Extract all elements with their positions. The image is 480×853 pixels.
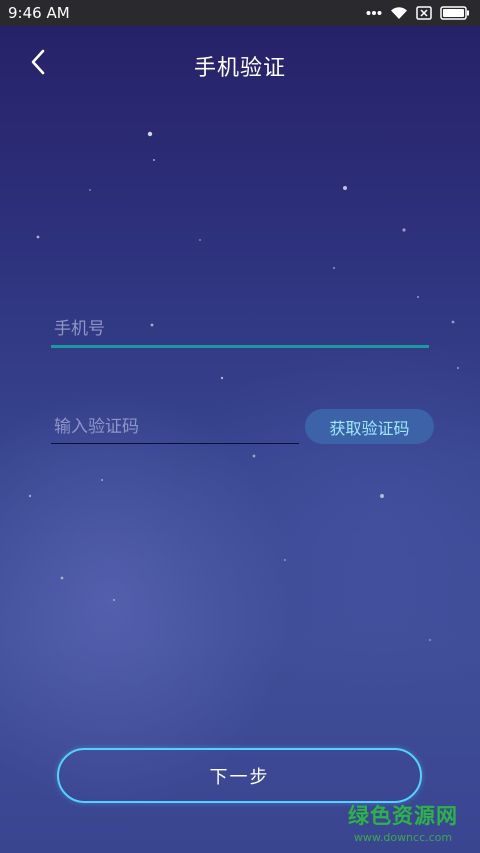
star [147,131,153,137]
star [153,159,155,161]
phone-number-field[interactable] [51,312,429,348]
star [402,228,406,232]
star [199,239,201,241]
next-button-label: 下一步 [209,766,270,788]
star [60,576,64,580]
star [252,454,256,458]
status-icons [366,6,470,20]
next-button[interactable]: 下一步 [57,748,422,803]
watermark-title: 绿色资源网 [348,804,458,828]
watermark-url: www.downcc.com [353,831,453,844]
star [220,376,224,380]
star [101,479,103,481]
status-time: 9:46 AM [8,4,70,22]
sim-error-icon [416,6,432,20]
watermark: 绿色资源网 www.downcc.com [348,800,458,844]
star [380,494,384,498]
star [457,367,459,369]
star [36,235,40,239]
page-title: 手机验证 [193,56,286,81]
phone-number-input[interactable] [51,312,429,345]
more-dots-icon [366,10,382,16]
star [333,267,335,269]
star [451,320,455,324]
star [113,599,115,601]
verification-code-input[interactable] [51,411,299,443]
star [417,296,419,298]
star [28,494,32,498]
wifi-icon [390,6,408,20]
star [343,186,347,190]
status-bar: 9:46 AM [0,0,480,26]
star [89,189,91,191]
verification-code-field[interactable] [51,411,299,444]
star [284,559,286,561]
get-code-label: 获取验证码 [329,418,410,438]
star [429,639,431,641]
header: 手机验证 [0,26,480,104]
get-code-button[interactable]: 获取验证码 [305,409,434,444]
battery-icon [440,6,470,20]
